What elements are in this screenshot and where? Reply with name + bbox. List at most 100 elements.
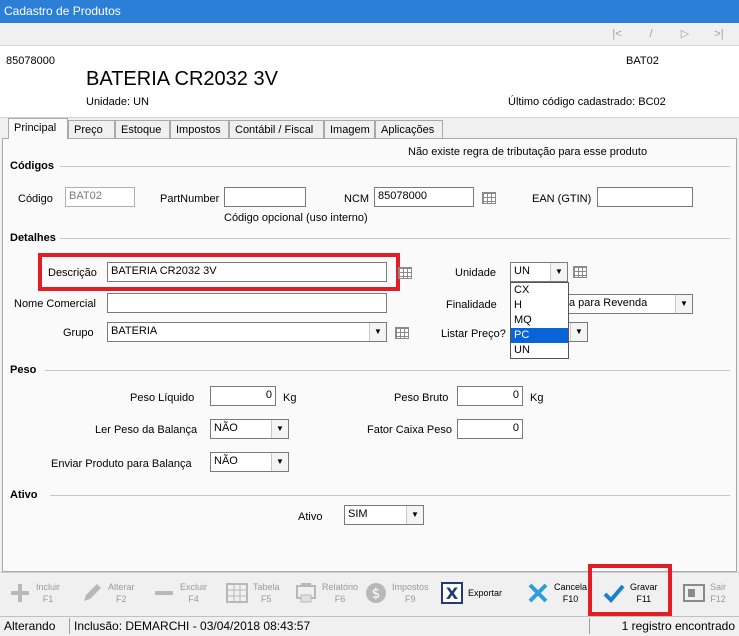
pencil-icon bbox=[84, 584, 101, 601]
chevron-down-icon[interactable]: ▼ bbox=[675, 295, 692, 313]
descricao-field[interactable]: BATERIA CR2032 3V bbox=[107, 262, 387, 282]
sair-label: Sair bbox=[710, 582, 727, 592]
section-divider bbox=[50, 495, 730, 496]
alterar-key: F2 bbox=[116, 594, 127, 604]
gravar-button[interactable]: Gravar F11 bbox=[602, 577, 666, 613]
relatorio-label: Relatório bbox=[322, 582, 359, 592]
header-unit-label: Unidade: bbox=[86, 96, 131, 108]
svg-text:$: $ bbox=[372, 586, 381, 602]
section-divider bbox=[45, 370, 730, 371]
grupo-select[interactable]: BATERIA ▼ bbox=[107, 322, 387, 342]
unidade-option[interactable]: CX bbox=[511, 283, 568, 298]
descricao-lookup-icon[interactable] bbox=[398, 267, 412, 279]
enviar-balanca-select[interactable]: NÃO ▼ bbox=[210, 452, 289, 472]
ean-label: EAN (GTIN) bbox=[532, 193, 592, 205]
record-nav-bar bbox=[0, 23, 739, 46]
header-unit-value: UN bbox=[133, 96, 149, 108]
unidade-lookup-icon[interactable] bbox=[573, 266, 587, 278]
grupo-label: Grupo bbox=[63, 327, 94, 339]
dollar-icon: $ bbox=[366, 583, 386, 603]
grupo-lookup-icon[interactable] bbox=[395, 327, 409, 339]
unidade-option-selected[interactable]: PC bbox=[511, 328, 568, 343]
grupo-value: BATERIA bbox=[111, 325, 158, 337]
incluir-label: Incluir bbox=[36, 582, 61, 592]
peso-liquido-field[interactable]: 0 bbox=[210, 386, 276, 406]
finalidade-value: a para Revenda bbox=[569, 297, 648, 309]
partnumber-field[interactable] bbox=[224, 187, 306, 207]
section-divider bbox=[60, 238, 730, 239]
cancela-button[interactable]: Cancela F10 bbox=[526, 577, 590, 613]
impostos-button[interactable]: $ Impostos F9 bbox=[364, 577, 432, 613]
header-unit: Unidade: UN bbox=[86, 96, 149, 108]
last-code-value: BC02 bbox=[638, 96, 666, 108]
chevron-down-icon[interactable]: ▼ bbox=[550, 263, 567, 281]
unidade-option[interactable]: UN bbox=[511, 343, 568, 358]
tabela-button[interactable]: Tabela F5 bbox=[225, 577, 287, 613]
unidade-select[interactable]: UN ▼ bbox=[510, 262, 568, 282]
sair-button[interactable]: Sair F12 bbox=[682, 577, 736, 613]
tab-impostos[interactable]: Impostos bbox=[170, 120, 229, 138]
excluir-button[interactable]: Excluir F4 bbox=[152, 577, 214, 613]
tab-contabil-fiscal[interactable]: Contábil / Fiscal bbox=[229, 120, 324, 138]
ncm-field[interactable]: 85078000 bbox=[374, 187, 474, 207]
ler-balanca-label: Ler Peso da Balança bbox=[95, 424, 198, 436]
plus-icon bbox=[11, 584, 29, 602]
impostos-key: F9 bbox=[405, 594, 416, 604]
svg-text:X: X bbox=[446, 584, 459, 603]
fator-caixa-field[interactable]: 0 bbox=[457, 419, 523, 439]
ncm-lookup-icon[interactable] bbox=[482, 192, 496, 204]
tab-preco[interactable]: Preço bbox=[68, 120, 115, 138]
section-codigos: Códigos bbox=[10, 160, 54, 172]
incluir-button[interactable]: Incluir F1 bbox=[8, 577, 70, 613]
header-code: BAT02 bbox=[626, 55, 659, 67]
peso-bruto-field[interactable]: 0 bbox=[457, 386, 523, 406]
unidade-option[interactable]: H bbox=[511, 298, 568, 313]
ler-balanca-value: NÃO bbox=[214, 422, 238, 434]
peso-bruto-label: Peso Bruto bbox=[394, 392, 449, 404]
finalidade-label: Finalidade bbox=[446, 299, 497, 311]
unidade-dropdown-list: CX H MQ PC UN bbox=[510, 282, 569, 359]
chevron-down-icon[interactable]: ▼ bbox=[369, 323, 386, 341]
unidade-option[interactable]: MQ bbox=[511, 313, 568, 328]
next-icon[interactable]: ▷ bbox=[678, 27, 692, 41]
ncm-label: NCM bbox=[344, 193, 370, 205]
peso-bruto-unit: Kg bbox=[530, 392, 544, 404]
fator-caixa-label: Fator Caixa Peso bbox=[367, 424, 452, 436]
listar-preco-label: Listar Preço? bbox=[441, 328, 506, 340]
excluir-label: Excluir bbox=[180, 582, 208, 592]
tab-estoque[interactable]: Estoque bbox=[115, 120, 170, 138]
exportar-label: Exportar bbox=[468, 588, 503, 598]
section-detalhes: Detalhes bbox=[10, 232, 56, 244]
gravar-key: F11 bbox=[636, 594, 652, 604]
nome-comercial-label: Nome Comercial bbox=[14, 298, 96, 310]
nome-comercial-field[interactable] bbox=[107, 293, 387, 313]
product-name: BATERIA CR2032 3V bbox=[86, 68, 278, 90]
peso-liquido-unit: Kg bbox=[283, 392, 297, 404]
relatorio-key: F6 bbox=[334, 594, 346, 604]
alterar-button[interactable]: Alterar F2 bbox=[80, 577, 142, 613]
exportar-button[interactable]: X Exportar bbox=[440, 577, 508, 613]
tab-principal[interactable]: Principal bbox=[8, 118, 68, 139]
codigo-field[interactable]: BAT02 bbox=[65, 187, 135, 207]
table-icon bbox=[226, 583, 248, 603]
last-icon[interactable]: >| bbox=[712, 27, 726, 41]
chevron-down-icon[interactable]: ▼ bbox=[570, 323, 587, 341]
ler-balanca-select[interactable]: NÃO ▼ bbox=[210, 419, 289, 439]
tab-aplicacoes[interactable]: Aplicações bbox=[375, 120, 443, 138]
relatorio-button[interactable]: Relatório F6 bbox=[294, 577, 360, 613]
tab-imagem[interactable]: Imagem bbox=[324, 120, 375, 138]
chevron-down-icon[interactable]: ▼ bbox=[271, 420, 288, 438]
peso-liquido-label: Peso Líquido bbox=[130, 392, 195, 404]
chevron-down-icon[interactable]: ▼ bbox=[406, 506, 423, 524]
report-icon bbox=[296, 583, 316, 603]
impostos-label: Impostos bbox=[392, 582, 429, 592]
chevron-down-icon[interactable]: ▼ bbox=[271, 453, 288, 471]
check-icon bbox=[603, 584, 625, 603]
ativo-select[interactable]: SIM ▼ bbox=[344, 505, 424, 525]
ean-field[interactable] bbox=[597, 187, 693, 207]
section-peso: Peso bbox=[10, 364, 37, 376]
prev-icon[interactable]: / bbox=[644, 27, 658, 41]
incluir-key: F1 bbox=[42, 594, 54, 604]
cancela-label: Cancela bbox=[554, 582, 588, 592]
first-icon[interactable]: |< bbox=[610, 27, 624, 41]
